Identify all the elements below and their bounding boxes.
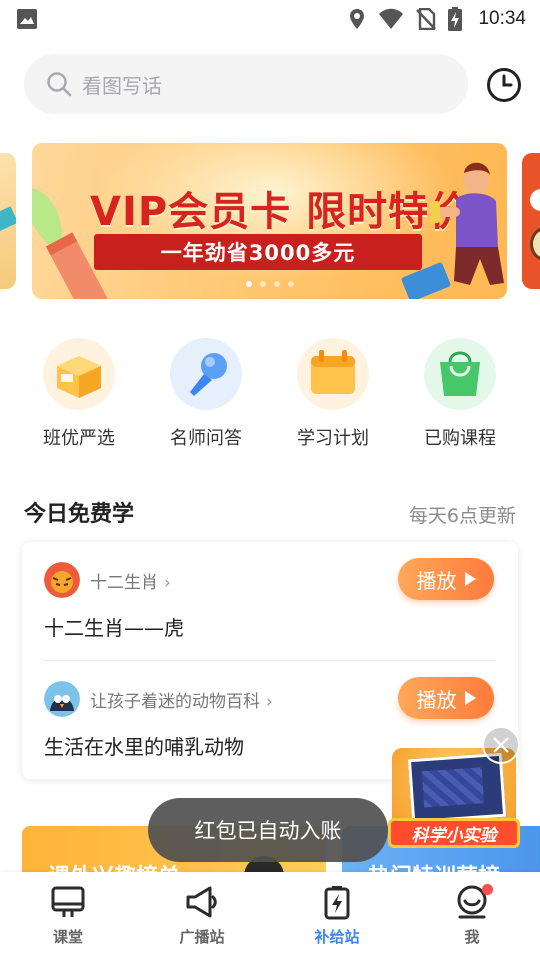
- ad-label-text: 科学小实验: [411, 825, 497, 846]
- nav-label: 课堂: [52, 928, 83, 946]
- quick-entry-study-plan[interactable]: 学习计划: [278, 338, 388, 450]
- play-button-label: 播放: [416, 568, 457, 593]
- quick-entry-label: 学习计划: [297, 428, 369, 449]
- play-button-label: 播放: [416, 687, 457, 712]
- status-bar: 10:34: [0, 0, 540, 38]
- play-button[interactable]: 播放: [398, 677, 494, 719]
- quick-entry-label: 班优严选: [43, 428, 115, 449]
- image-icon: [17, 9, 37, 29]
- lesson-series-link[interactable]: 十二生肖 ›: [90, 568, 171, 593]
- play-button[interactable]: 播放: [398, 558, 494, 600]
- banner-dot[interactable]: [273, 281, 280, 287]
- close-icon[interactable]: [482, 726, 520, 764]
- lesson-series-name: 让孩子着迷的动物百科: [90, 692, 260, 712]
- nav-tab-supply-station[interactable]: 补给站: [287, 884, 387, 947]
- search-icon: [47, 72, 72, 97]
- free-lessons-card: 十二生肖 › 十二生肖——虎 播放 让孩子着迷的动物百科 › 生活在水里的哺乳动物 …: [22, 542, 518, 779]
- quick-entry-teacher-qa[interactable]: 名师问答: [151, 338, 261, 450]
- banner-dot[interactable]: [259, 281, 266, 287]
- section-update-note: 每天6点更新: [408, 505, 516, 527]
- banner-subline: 一年劲省3000多元: [160, 241, 356, 265]
- location-icon: [350, 9, 365, 29]
- status-time: 10:34: [478, 8, 526, 29]
- quick-entry-selection[interactable]: 班优严选: [24, 338, 134, 450]
- quick-entry-label: 名师问答: [170, 428, 242, 449]
- nav-tab-broadcast[interactable]: 广播站: [152, 884, 252, 947]
- clock-icon[interactable]: [486, 67, 522, 103]
- box-icon: [57, 356, 101, 398]
- banner-dot[interactable]: [287, 281, 294, 287]
- banner-dot[interactable]: [245, 281, 252, 287]
- battery-charging-icon: [448, 7, 463, 31]
- banner-carousel[interactable]: VIP会员卡 限时特价 一年劲省3000多元: [0, 143, 540, 299]
- banner-next-slide[interactable]: [522, 153, 540, 289]
- wifi-icon: [379, 8, 404, 29]
- nav-label: 我: [464, 928, 480, 946]
- toast-text: 红包已自动入账: [194, 819, 342, 843]
- banner-prev-slide[interactable]: [0, 153, 16, 289]
- banner-vip-card[interactable]: VIP会员卡 限时特价 一年劲省3000多元: [32, 143, 507, 299]
- lesson-title: 生活在水里的哺乳动物: [44, 735, 244, 759]
- nav-tab-classroom[interactable]: 课堂: [18, 884, 118, 947]
- no-sim-icon: [416, 8, 437, 30]
- banner-pagination: [32, 281, 507, 287]
- quick-entry-label: 已购课程: [424, 428, 496, 449]
- bottom-navigation: 课堂 广播站 补给站 我: [0, 872, 540, 960]
- ad-book-illustration: [407, 752, 507, 824]
- banner-subline-ribbon: 一年劲省3000多元: [94, 234, 422, 270]
- nav-tab-me[interactable]: 我: [422, 884, 522, 947]
- battery-bolt-icon: [324, 886, 350, 920]
- lesson-title: 十二生肖——虎: [44, 616, 184, 640]
- quick-entry-purchased-courses[interactable]: 已购课程: [405, 338, 515, 450]
- chevron-right-icon: ›: [164, 573, 171, 593]
- banner-headline: VIP会员卡 限时特价: [90, 189, 471, 235]
- lesson-series-avatar: [44, 681, 80, 717]
- nav-label: 广播站: [179, 928, 225, 946]
- shopping-bag-icon: [440, 351, 480, 396]
- play-triangle-icon: [464, 572, 476, 586]
- quick-entry-row: 班优严选 名师问答 学习计划 已购课程: [0, 338, 540, 458]
- notification-badge: [482, 884, 493, 895]
- search-placeholder: 看图写话: [82, 73, 162, 98]
- classroom-icon: [51, 886, 85, 917]
- lesson-series-avatar: [44, 562, 80, 598]
- chevron-right-icon: ›: [266, 692, 273, 712]
- lesson-item[interactable]: 十二生肖 › 十二生肖——虎 播放: [22, 542, 518, 660]
- lesson-series-name: 十二生肖: [90, 573, 158, 593]
- microphone-icon: [190, 353, 227, 396]
- megaphone-icon: [186, 886, 217, 918]
- calendar-icon: [311, 350, 355, 394]
- toast-message: 红包已自动入账: [148, 798, 388, 862]
- nav-label: 补给站: [314, 928, 360, 946]
- search-input[interactable]: 看图写话: [24, 54, 468, 114]
- section-title: 今日免费学: [24, 502, 135, 527]
- lesson-series-link[interactable]: 让孩子着迷的动物百科 ›: [90, 687, 273, 712]
- ad-label: 科学小实验: [388, 818, 520, 848]
- play-triangle-icon: [464, 691, 476, 705]
